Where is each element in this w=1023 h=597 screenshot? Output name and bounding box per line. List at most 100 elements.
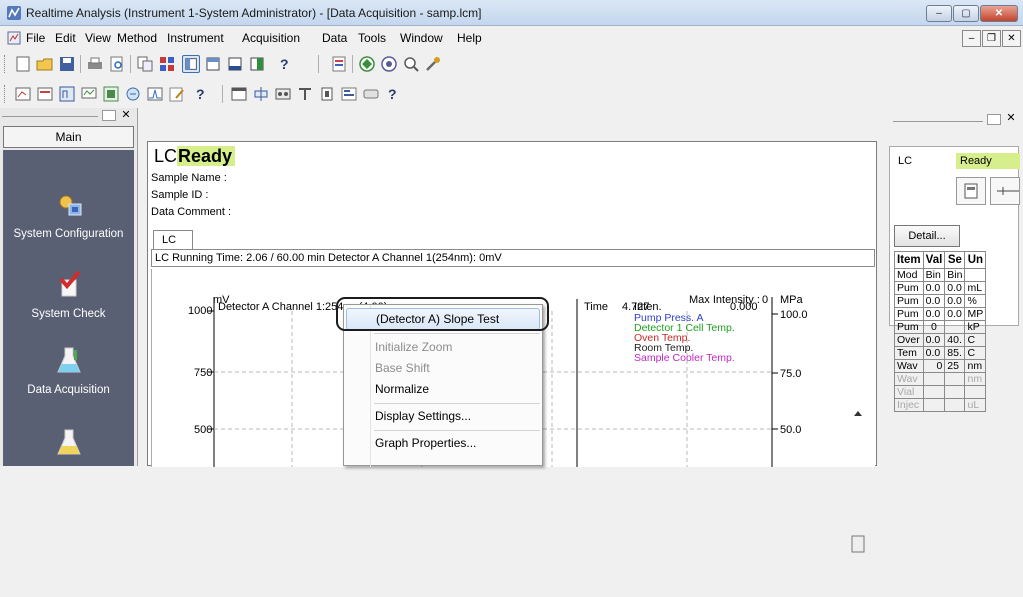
toolbar-grip[interactable] [4, 55, 7, 73]
batch-icon[interactable] [36, 85, 54, 103]
cell: Pum [894, 281, 924, 295]
method-icon[interactable] [58, 85, 76, 103]
nav-label: System Configuration [13, 228, 124, 240]
keyboard-icon[interactable] [362, 85, 380, 103]
edit-method-icon[interactable] [168, 85, 186, 103]
single-run-icon[interactable] [14, 85, 32, 103]
close-button[interactable]: ✕ [980, 5, 1018, 22]
menu-file[interactable]: File [26, 31, 45, 45]
nav-system-check[interactable]: System Check [3, 270, 134, 321]
toolbar-separator [130, 55, 131, 73]
layout-3-icon[interactable] [226, 55, 244, 73]
column-header[interactable]: Item [894, 251, 924, 269]
sample-icon[interactable] [124, 85, 142, 103]
instrument-view-button[interactable] [956, 177, 986, 205]
help-icon[interactable]: ? [196, 86, 205, 102]
new-file-icon[interactable] [14, 55, 32, 73]
menu-item-display-settings[interactable]: Display Settings... [345, 405, 541, 427]
menu-help[interactable]: Help [457, 31, 482, 45]
dropdown-icon[interactable] [102, 110, 116, 121]
menu-item-base-shift[interactable]: Base Shift [345, 357, 541, 379]
menu-bar: File Edit View Method Instrument Acquisi… [0, 27, 1023, 49]
main-button[interactable]: Main [3, 126, 134, 148]
menu-view[interactable]: View [85, 31, 111, 45]
column-header[interactable]: Se [944, 251, 966, 269]
scroll-thumb[interactable] [851, 535, 865, 553]
tile-icon[interactable] [158, 55, 176, 73]
report-icon[interactable] [330, 55, 348, 73]
y-unit-right: MPa [780, 294, 804, 306]
plot-scrollbar[interactable] [850, 404, 866, 594]
nav-data-acquisition[interactable]: Data Acquisition [3, 346, 134, 397]
window-title: Realtime Analysis (Instrument 1-System A… [26, 6, 482, 20]
tab-lc[interactable]: LC [153, 230, 193, 250]
instrument-off-icon[interactable] [380, 55, 398, 73]
nav-label: Data Acquisition [27, 384, 110, 396]
detector-icon[interactable] [318, 85, 336, 103]
column-icon[interactable] [296, 85, 314, 103]
close-icon[interactable]: ✕ [120, 110, 132, 122]
pump-icon[interactable] [252, 85, 270, 103]
print-preview-icon[interactable] [108, 55, 126, 73]
detail-button[interactable]: Detail... [894, 225, 960, 247]
copy-icon[interactable] [136, 55, 154, 73]
save-icon[interactable] [58, 55, 76, 73]
menu-edit[interactable]: Edit [55, 31, 76, 45]
layout-4-icon[interactable] [248, 55, 266, 73]
tools-icon[interactable] [424, 55, 442, 73]
table-row: Injec uL [894, 398, 987, 412]
column-header[interactable]: Val [922, 251, 946, 269]
open-folder-icon[interactable] [36, 55, 54, 73]
nav-panel: System Configuration System Check Data A… [3, 150, 134, 466]
menu-instrument[interactable]: Instrument [167, 31, 224, 45]
menu-acquisition[interactable]: Acquisition [242, 31, 300, 45]
snapshot-icon[interactable] [102, 85, 120, 103]
window-icon[interactable] [230, 85, 248, 103]
cell: Wav [894, 359, 924, 373]
menu-item-initialize-zoom[interactable]: Initialize Zoom [345, 336, 541, 358]
menu-window[interactable]: Window [400, 31, 443, 45]
menu-tools[interactable]: Tools [358, 31, 386, 45]
lc-status-state: Ready [177, 146, 236, 166]
toolbar-separator [222, 85, 223, 103]
nav-postrun[interactable] [3, 426, 134, 464]
autosampler-icon[interactable] [274, 85, 292, 103]
instrument-lc-label: LC [898, 155, 913, 167]
minimize-button[interactable]: – [926, 5, 952, 22]
print-icon[interactable] [86, 55, 104, 73]
cell: Tem [894, 346, 924, 360]
log-icon[interactable] [340, 85, 358, 103]
toolbar-grip[interactable] [4, 85, 7, 103]
y-tick-label: 750 [194, 367, 212, 379]
sample-name-label: Sample Name : [151, 172, 227, 184]
flow-view-button[interactable] [990, 177, 1020, 205]
maximize-button[interactable]: ▢ [953, 5, 979, 22]
menu-method[interactable]: Method [117, 31, 157, 45]
search-icon[interactable] [402, 55, 420, 73]
monitor-icon[interactable] [80, 85, 98, 103]
mdi-close-button[interactable]: ✕ [1002, 30, 1021, 47]
layout-2-icon[interactable] [204, 55, 222, 73]
mdi-minimize-button[interactable]: – [962, 30, 981, 47]
cell: Over [894, 333, 924, 347]
system-check-icon [58, 270, 81, 297]
chromatogram-icon[interactable] [146, 85, 164, 103]
menu-item-normalize[interactable]: Normalize [345, 378, 541, 400]
scroll-up-icon[interactable] [854, 411, 862, 416]
dropdown-icon[interactable] [987, 114, 1001, 125]
cell: nm [964, 359, 987, 373]
column-header[interactable]: Un [964, 251, 987, 269]
nav-system-configuration[interactable]: System Configuration [3, 190, 134, 241]
menu-item-graph-properties[interactable]: Graph Properties... [345, 432, 541, 454]
mdi-restore-button[interactable]: ❐ [982, 30, 1001, 47]
toolbar-acquisition: ? ? [0, 79, 1023, 109]
layout-1-icon[interactable] [182, 55, 200, 73]
table-row: Pum 0.0 0.0 mL [894, 281, 987, 295]
help-icon[interactable]: ? [388, 86, 397, 102]
cell: 40. [944, 333, 966, 347]
time-label: Time [584, 301, 608, 313]
close-icon[interactable]: ✕ [1005, 113, 1017, 125]
menu-data[interactable]: Data [322, 31, 347, 45]
help-icon[interactable]: ? [280, 56, 289, 72]
instrument-on-icon[interactable] [358, 55, 376, 73]
